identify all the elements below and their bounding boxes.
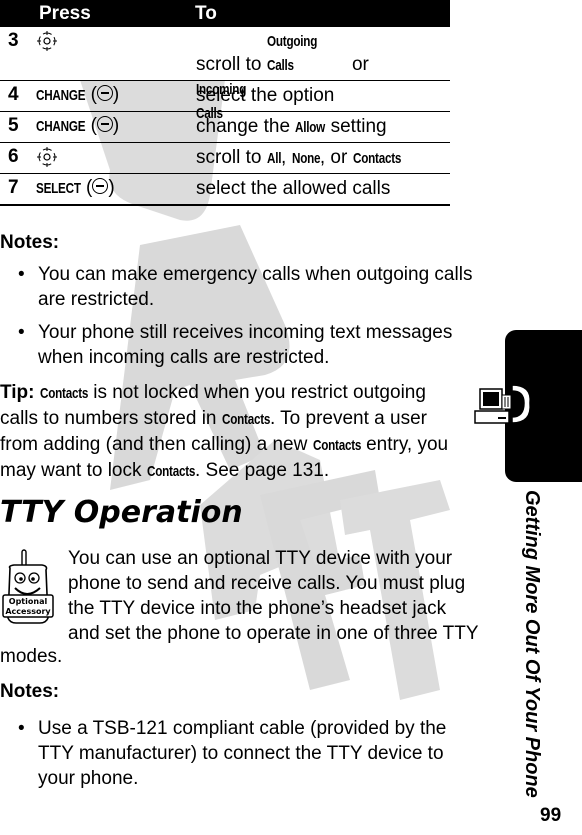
note-bullet: • You can make emergency calls when outg…: [18, 264, 473, 310]
soft-key-icon: [96, 116, 113, 132]
menu-term: None: [291, 150, 321, 167]
steps-table: Press To 3 scroll to Outgoing Calls or In…: [0, 0, 450, 205]
soft-key-icon: [96, 85, 113, 101]
accessory-label: Accessory: [5, 607, 51, 616]
press-cell: SELECT (): [36, 177, 115, 198]
step-number: 7: [8, 177, 19, 198]
note-bullet: • Your phone still receives incoming tex…: [18, 322, 453, 368]
to-cell: scroll to Outgoing Calls or Incoming Cal…: [196, 27, 450, 122]
nav-key-icon: [37, 31, 57, 51]
table-end-rule: [0, 205, 450, 206]
optional-accessory-icon: Optional Accessory: [2, 549, 54, 624]
notes-heading: Notes:: [0, 681, 60, 702]
table-row: 7 SELECT () select the allowed calls: [0, 174, 450, 205]
to-cell: scroll to All, None, or Contacts: [196, 143, 450, 173]
tty-intro-continued: modes.: [0, 646, 63, 667]
table-row: 3 scroll to Outgoing Calls or Incoming Ca…: [0, 27, 450, 122]
bullet-dot: •: [18, 264, 25, 285]
menu-term: Outgoing Calls: [266, 33, 317, 74]
press-cell: CHANGE (): [36, 115, 120, 136]
menu-term: All: [266, 150, 282, 167]
notes-heading: Notes:: [0, 232, 60, 253]
step-number: 4: [8, 84, 19, 105]
computer-phone-icon: [474, 384, 531, 424]
table-header: Press To: [0, 0, 450, 27]
tip-label: Tip:: [0, 382, 40, 403]
step-number: 6: [8, 146, 19, 167]
bullet-dot: •: [18, 718, 25, 739]
softkey-label: CHANGE: [36, 87, 86, 104]
press-cell: CHANGE (): [36, 84, 120, 105]
step-number: 3: [8, 30, 19, 51]
section-title: TTY Operation: [0, 495, 243, 530]
menu-term: Contacts: [352, 150, 401, 167]
press-cell: [36, 143, 196, 173]
tip-paragraph: Tip: Contacts is not locked when you res…: [0, 380, 462, 484]
column-header-to: To: [195, 2, 217, 24]
menu-term: Contacts: [221, 411, 270, 428]
bullet-dot: •: [18, 322, 25, 343]
step-number: 5: [8, 115, 19, 136]
table-row: 6 scroll to All, None, or Contacts: [0, 143, 450, 174]
note-bullet: • Use a TSB-121 compliant cable (provide…: [18, 718, 447, 789]
menu-term: Contacts: [39, 385, 88, 402]
optional-label: Optional: [9, 597, 48, 606]
menu-term: Incoming Calls: [196, 81, 247, 122]
press-cell: [36, 27, 196, 80]
soft-key-icon: [92, 178, 109, 194]
menu-term: Contacts: [146, 463, 195, 480]
softkey-label: SELECT: [36, 180, 81, 197]
to-cell: select the allowed calls: [196, 178, 391, 199]
menu-term: Allow: [295, 119, 326, 136]
column-header-press: Press: [39, 2, 91, 24]
softkey-label: CHANGE: [36, 118, 86, 135]
nav-key-icon: [37, 147, 57, 167]
menu-term: Contacts: [312, 437, 361, 454]
tty-intro: You can use an optional TTY device with …: [68, 548, 479, 644]
page-number: 99: [540, 805, 562, 826]
